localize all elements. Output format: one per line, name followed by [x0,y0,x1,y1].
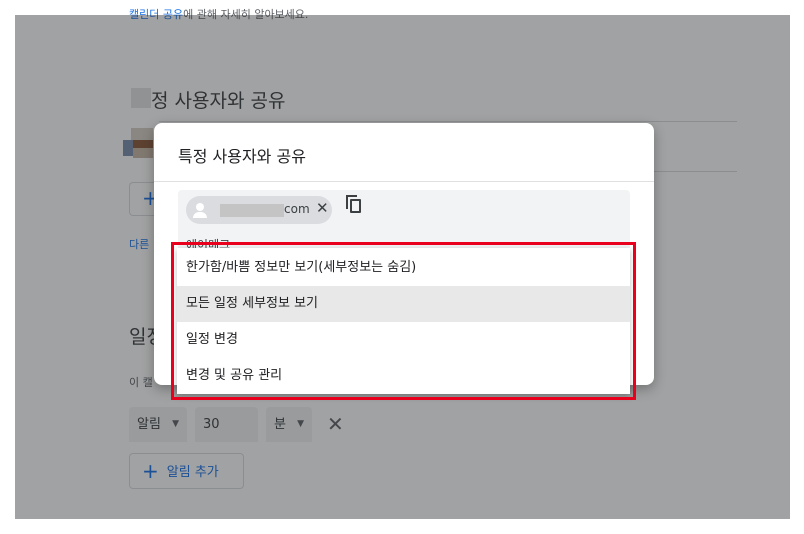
email-chip: com ✕ [186,196,332,224]
copy-icon[interactable] [346,195,364,215]
dialog-title: 특정 사용자와 공유 [178,147,306,166]
screen: 캘린더 공유에 관해 자세히 알아보세요. 정 사용자와 공유 + 다른 일정 … [0,0,804,534]
chip-email-suffix: com [284,202,310,216]
close-icon[interactable]: ✕ [316,199,329,217]
dialog-divider [154,181,654,182]
redacted-email [220,204,284,217]
person-icon [190,200,210,220]
email-field[interactable]: com ✕ 에이메크 [178,190,630,252]
annotation-highlight-box [171,242,636,400]
